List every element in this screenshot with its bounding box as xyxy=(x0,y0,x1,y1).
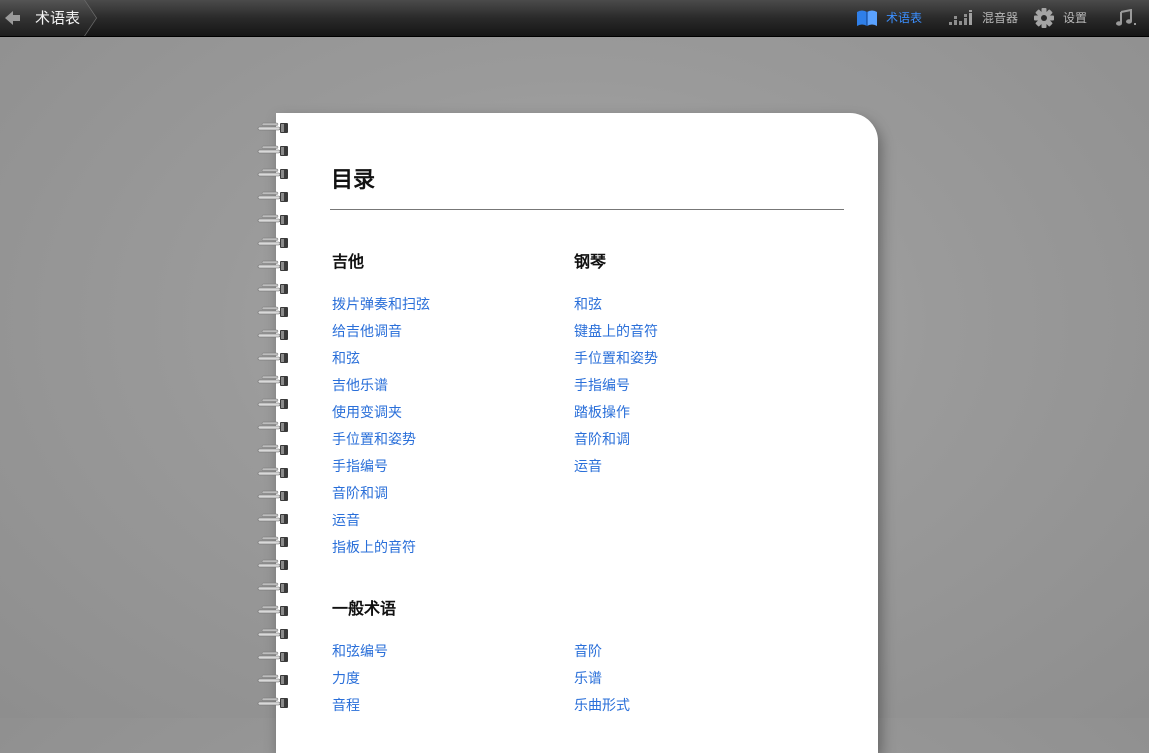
nav-mixer-label: 混音器 xyxy=(982,11,1019,25)
spiral-ring xyxy=(257,536,288,547)
notebook-spiral-binding xyxy=(257,122,288,708)
spiral-ring xyxy=(257,467,288,478)
topic-link[interactable]: 吉他乐谱 xyxy=(332,377,430,404)
spiral-ring xyxy=(257,513,288,524)
general-topic-list-left: 和弦编号 力度 音程 xyxy=(332,643,388,724)
spiral-ring xyxy=(257,283,288,294)
spiral-ring xyxy=(257,444,288,455)
topic-link[interactable]: 和弦 xyxy=(332,350,430,377)
topic-link[interactable]: 手指编号 xyxy=(332,458,430,485)
music-note-icon xyxy=(1116,9,1136,26)
back-arrow-icon xyxy=(5,11,20,25)
music-button[interactable] xyxy=(1115,0,1137,36)
spiral-ring xyxy=(257,306,288,317)
spiral-ring xyxy=(257,490,288,501)
mixer-icon xyxy=(949,10,972,25)
general-topic-list-right: 音阶 乐谱 乐曲形式 xyxy=(574,643,630,724)
topic-link[interactable]: 音阶和调 xyxy=(574,431,658,458)
topic-link[interactable]: 使用变调夹 xyxy=(332,404,430,431)
nav-settings-label: 设置 xyxy=(1063,11,1088,25)
topic-link[interactable]: 踏板操作 xyxy=(574,404,658,431)
topic-link[interactable]: 键盘上的音符 xyxy=(574,323,658,350)
piano-topic-list: 和弦 键盘上的音符 手位置和姿势 手指编号 踏板操作 音阶和调 运音 xyxy=(574,296,658,485)
topic-link[interactable]: 给吉他调音 xyxy=(332,323,430,350)
topic-link[interactable]: 手位置和姿势 xyxy=(332,431,430,458)
topic-link[interactable]: 手指编号 xyxy=(574,377,658,404)
spiral-ring xyxy=(257,191,288,202)
spiral-ring xyxy=(257,214,288,225)
spiral-ring xyxy=(257,352,288,363)
section-heading-guitar: 吉他 xyxy=(332,252,365,271)
spiral-ring xyxy=(257,398,288,409)
topic-link[interactable]: 指板上的音符 xyxy=(332,539,430,566)
spiral-ring xyxy=(257,260,288,271)
nav-glossary-label: 术语表 xyxy=(886,11,923,25)
topic-link[interactable]: 音阶和调 xyxy=(332,485,430,512)
section-heading-general: 一般术语 xyxy=(332,599,397,618)
topic-link[interactable]: 和弦 xyxy=(574,296,658,323)
spiral-ring xyxy=(257,168,288,179)
spiral-ring xyxy=(257,605,288,616)
nav-glossary[interactable]: 术语表 xyxy=(856,0,922,36)
topic-link[interactable]: 乐曲形式 xyxy=(574,697,630,724)
book-icon xyxy=(857,10,877,26)
section-heading-piano: 钢琴 xyxy=(574,252,607,271)
topic-link[interactable]: 拨片弹奏和扫弦 xyxy=(332,296,430,323)
back-button[interactable]: 术语表 xyxy=(0,0,96,36)
spiral-ring xyxy=(257,421,288,432)
spiral-ring xyxy=(257,145,288,156)
spiral-ring xyxy=(257,122,288,133)
spiral-ring xyxy=(257,651,288,662)
spiral-ring xyxy=(257,329,288,340)
topic-link[interactable]: 运音 xyxy=(574,458,658,485)
spiral-ring xyxy=(257,697,288,708)
topic-link[interactable]: 运音 xyxy=(332,512,430,539)
topic-link[interactable]: 音阶 xyxy=(574,643,630,670)
spiral-ring xyxy=(257,582,288,593)
nav-mixer[interactable]: 混音器 xyxy=(948,0,1018,36)
top-toolbar: 术语表 术语表 混音器 设置 xyxy=(0,0,1149,37)
spiral-ring xyxy=(257,375,288,386)
nav-settings[interactable]: 设置 xyxy=(1033,0,1087,36)
topic-link[interactable]: 手位置和姿势 xyxy=(574,350,658,377)
toc-title: 目录 xyxy=(331,168,376,193)
gear-icon xyxy=(1034,8,1054,28)
spiral-ring xyxy=(257,628,288,639)
topic-link[interactable]: 音程 xyxy=(332,697,388,724)
back-button-label: 术语表 xyxy=(35,9,81,27)
topic-link[interactable]: 力度 xyxy=(332,670,388,697)
topic-link[interactable]: 乐谱 xyxy=(574,670,630,697)
title-divider xyxy=(330,209,844,210)
spiral-ring xyxy=(257,674,288,685)
topic-link[interactable]: 和弦编号 xyxy=(332,643,388,670)
spiral-ring xyxy=(257,237,288,248)
guitar-topic-list: 拨片弹奏和扫弦 给吉他调音 和弦 吉他乐谱 使用变调夹 手位置和姿势 手指编号 … xyxy=(332,296,430,566)
spiral-ring xyxy=(257,559,288,570)
